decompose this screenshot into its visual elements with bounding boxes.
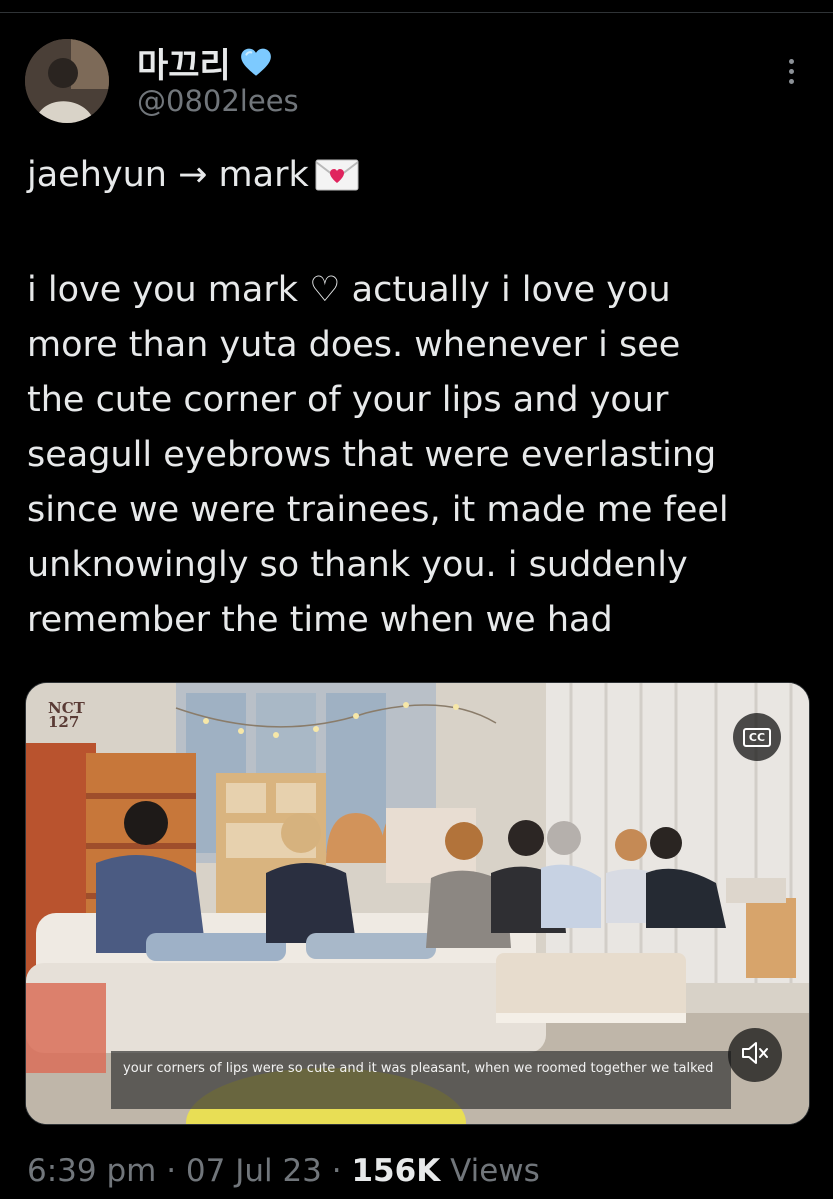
- tweet-line-1: jaehyun → mark: [27, 148, 817, 208]
- closed-captions-button[interactable]: CC: [733, 713, 781, 761]
- channel-logo: NCT 127: [48, 701, 108, 761]
- cc-icon: CC: [742, 727, 772, 747]
- meta-separator: ·: [321, 1153, 352, 1189]
- tweet-body-line: i love you mark ♡ actually i love you: [27, 270, 671, 310]
- channel-logo-text: NCT 127: [48, 699, 85, 731]
- avatar[interactable]: [25, 39, 109, 123]
- mute-button[interactable]: [728, 1028, 782, 1082]
- tweet-body-line: the cute corner of your lips and your: [27, 380, 669, 420]
- speaker-muted-icon: [740, 1040, 770, 1070]
- author-handle[interactable]: @0802lees: [137, 84, 299, 118]
- author-name-row[interactable]: 마끄리: [137, 38, 273, 87]
- views-count[interactable]: 156K: [351, 1153, 440, 1189]
- tweet-body-line: since we were trainees, it made me feel: [27, 490, 729, 530]
- tweet-body-line: unknowingly so thank you. i suddenly: [27, 545, 688, 585]
- love-letter-icon: [315, 153, 359, 208]
- tweet-body-line: seagull eyebrows that were everlasting: [27, 435, 717, 475]
- more-options-icon[interactable]: [780, 54, 802, 94]
- tweet-meta: 6:39 pm · 07 Jul 23 · 156K Views: [27, 1153, 540, 1189]
- tweet-body-line: more than yuta does. whenever i see: [27, 325, 681, 365]
- views-label: Views: [440, 1153, 540, 1189]
- tweet-time[interactable]: 6:39 pm: [27, 1153, 156, 1189]
- top-divider: [0, 0, 833, 13]
- tweet-body-line: remember the time when we had: [27, 600, 613, 640]
- author-display-name[interactable]: 마끄리: [137, 38, 231, 87]
- tweet-line-1-text: jaehyun → mark: [27, 155, 309, 195]
- blue-heart-icon: [239, 46, 273, 80]
- meta-separator: ·: [156, 1153, 186, 1189]
- tweet-date[interactable]: 07 Jul 23: [186, 1153, 322, 1189]
- video-subtitle: your corners of lips were so cute and it…: [111, 1051, 731, 1109]
- tweet-text: jaehyun → mark i love you mark ♡ actuall…: [27, 148, 817, 648]
- video-player[interactable]: NCT 127 CC your corners of lips were so …: [25, 682, 810, 1125]
